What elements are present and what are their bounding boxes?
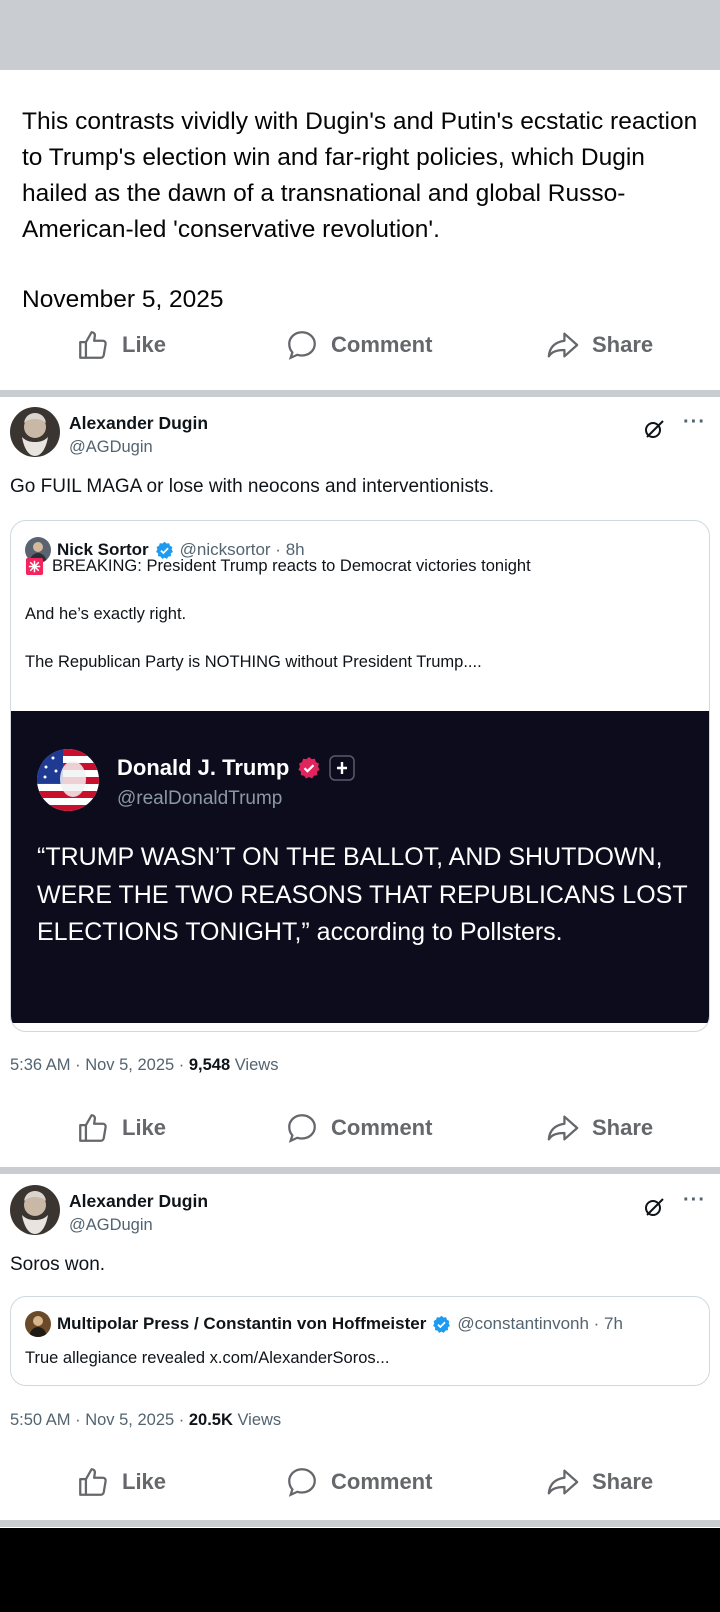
share-arrow-icon (547, 1469, 579, 1495)
share-label: Share (592, 1469, 654, 1494)
tweet-text: Go FUIL MAGA or lose with neocons and in… (10, 476, 495, 497)
thumbs-up-icon (79, 1468, 107, 1496)
quoted-avatar (25, 1311, 51, 1337)
comment-button[interactable]: Comment (285, 1457, 432, 1507)
tweet-timestamp[interactable]: 5:50 AM · Nov 5, 2025 · (10, 1411, 189, 1429)
like-label: Like (122, 1469, 167, 1494)
tweet-header: Alexander Dugin @AGDugin ··· (10, 1185, 710, 1241)
quoted-line-breaking: BREAKING: President Trump reacts to Demo… (25, 557, 531, 576)
tweet-timestamp[interactable]: 5:36 AM · Nov 5, 2025 · (10, 1056, 189, 1074)
trump-handle: @realDonaldTrump (117, 788, 283, 809)
like-button[interactable]: Like (76, 320, 166, 370)
like-label: Like (122, 332, 167, 357)
post-separator (0, 1167, 720, 1174)
views-count: 20.5K (188, 1411, 233, 1429)
share-button[interactable]: Share (546, 320, 653, 370)
more-options-icon[interactable]: ··· (683, 1189, 706, 1212)
verified-badge-icon (433, 1315, 451, 1333)
author-handle[interactable]: @AGDugin (69, 1216, 153, 1235)
thumbs-up-icon (79, 331, 107, 359)
avatar[interactable] (10, 1185, 60, 1235)
views-count: 9,548 (188, 1056, 231, 1074)
share-label: Share (592, 1115, 654, 1140)
post-action-bar: Like Comment Share (0, 320, 720, 370)
siren-icon (25, 557, 44, 576)
trump-name: Donald J. Trump (117, 755, 290, 780)
share-arrow-icon (547, 332, 579, 358)
share-button[interactable]: Share (546, 1103, 653, 1153)
verified-badge-icon (298, 757, 320, 779)
thumbs-up-icon (79, 1114, 107, 1142)
more-options-icon[interactable]: ··· (683, 411, 706, 434)
comment-label: Comment (331, 332, 433, 357)
comment-bubble-icon (288, 1114, 316, 1143)
plus-badge-icon (329, 755, 356, 781)
share-label: Share (592, 332, 654, 357)
quoted-tweet[interactable]: Nick Sortor @nicksortor · 8h BREAKING: P… (10, 520, 710, 1032)
avatar[interactable] (10, 407, 60, 457)
like-label: Like (122, 1115, 167, 1140)
post-date: November 5, 2025 (22, 286, 224, 313)
post-text: This contrasts vividly with Dugin's and … (22, 108, 698, 243)
share-arrow-icon (547, 1115, 579, 1141)
grok-icon[interactable] (642, 417, 666, 441)
like-button[interactable]: Like (76, 1103, 166, 1153)
quoted-handle-time: @constantinvonh · 7h (457, 1314, 623, 1333)
trump-avatar (37, 749, 99, 811)
post-separator (0, 1520, 720, 1527)
trump-quote-text: “TRUMP WASN’T ON THE BALLOT, AND SHUTDOW… (37, 843, 688, 946)
quoted-line-3: The Republican Party is NOTHING without … (25, 653, 482, 671)
quoted-tweet-header: Multipolar Press / Constantin von Hoffme… (25, 1311, 623, 1337)
comment-bubble-icon (288, 1468, 316, 1497)
comment-label: Comment (331, 1469, 433, 1494)
post-action-bar: Like Comment Share (0, 1103, 720, 1153)
comment-button[interactable]: Comment (285, 1103, 432, 1153)
post-action-bar: Like Comment Share (0, 1457, 720, 1507)
grok-icon[interactable] (642, 1195, 666, 1219)
comment-button[interactable]: Comment (285, 320, 432, 370)
author-name[interactable]: Alexander Dugin (69, 1191, 208, 1212)
quoted-line-1: True allegiance revealed x.com/Alexander… (25, 1349, 390, 1367)
bottom-navigation-area (0, 1528, 720, 1612)
trump-name-row: Donald J. Trump (117, 755, 356, 781)
like-button[interactable]: Like (76, 1457, 166, 1507)
share-button[interactable]: Share (546, 1457, 653, 1507)
tweet-header: Alexander Dugin @AGDugin ··· (10, 407, 710, 463)
views-label: Views (230, 1056, 279, 1074)
tweet-text: Soros won. (10, 1254, 106, 1275)
quoted-author-name: Multipolar Press / Constantin von Hoffme… (57, 1314, 427, 1333)
author-handle[interactable]: @AGDugin (69, 438, 153, 457)
author-name[interactable]: Alexander Dugin (69, 413, 208, 434)
views-label: Views (232, 1411, 282, 1429)
post-separator (0, 390, 720, 397)
top-status-area (0, 0, 720, 70)
comment-bubble-icon (288, 331, 316, 360)
quoted-tweet[interactable]: Multipolar Press / Constantin von Hoffme… (10, 1296, 710, 1386)
tweet-meta: 5:50 AM · Nov 5, 2025 · 20.5K Views (10, 1411, 281, 1430)
quoted-media-image[interactable]: Donald J. Trump @realDonaldTrump “TRUMP … (11, 711, 709, 1023)
quoted-line-1: BREAKING: President Trump reacts to Demo… (52, 557, 531, 575)
tweet-meta: 5:36 AM · Nov 5, 2025 · 9,548 Views (10, 1056, 278, 1075)
quoted-line-2: And he’s exactly right. (25, 605, 187, 623)
comment-label: Comment (331, 1115, 433, 1140)
